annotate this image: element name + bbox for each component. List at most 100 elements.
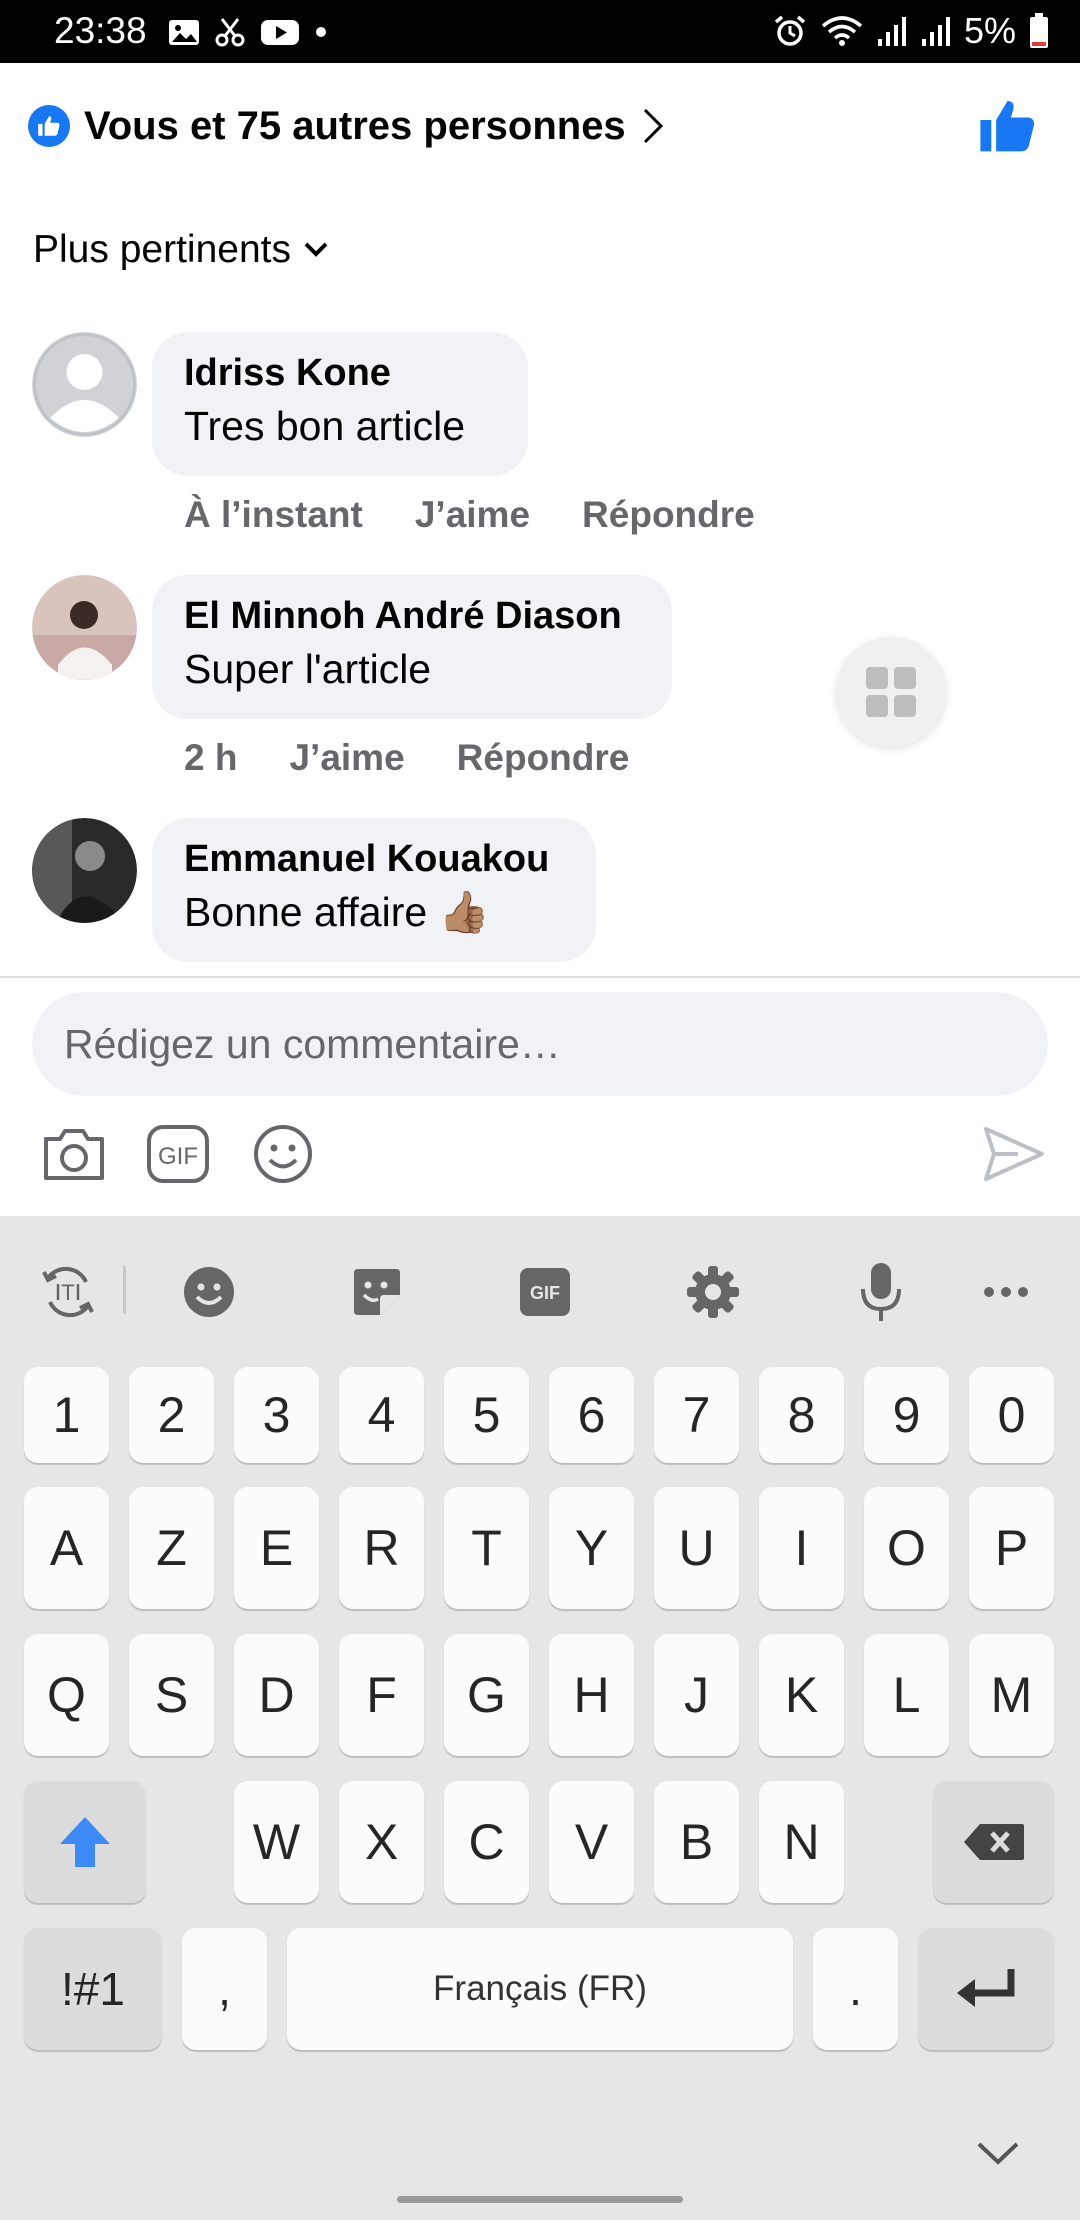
key-g[interactable]: G xyxy=(444,1634,529,1756)
key-k[interactable]: K xyxy=(759,1634,844,1756)
hide-keyboard-button[interactable] xyxy=(975,2138,1021,2173)
comment-input[interactable] xyxy=(64,992,1004,1096)
keyboard-settings-button[interactable] xyxy=(677,1256,749,1328)
sort-dropdown[interactable]: Plus pertinents xyxy=(33,228,329,272)
scissors-notification-icon xyxy=(215,18,245,47)
chevron-down-icon xyxy=(977,2142,1019,2165)
avatar[interactable] xyxy=(32,332,137,437)
emoji-button[interactable] xyxy=(247,1118,319,1190)
send-button[interactable] xyxy=(978,1118,1050,1190)
comment-text: Super l'article xyxy=(184,646,432,692)
key-l[interactable]: L xyxy=(864,1634,949,1756)
sort-label: Plus pertinents xyxy=(33,228,291,271)
comment-bubble[interactable]: Idriss Kone Tres bon article xyxy=(152,332,528,476)
key-c[interactable]: C xyxy=(444,1781,529,1903)
key-s[interactable]: S xyxy=(129,1634,214,1756)
key-b[interactable]: B xyxy=(654,1781,739,1903)
key-0[interactable]: 0 xyxy=(969,1367,1054,1463)
key-q[interactable]: Q xyxy=(24,1634,109,1756)
key-i[interactable]: I xyxy=(759,1487,844,1609)
chevron-down-icon xyxy=(304,242,328,257)
floating-grid-button[interactable] xyxy=(836,637,946,747)
key-f[interactable]: F xyxy=(339,1634,424,1756)
key-a[interactable]: A xyxy=(24,1487,109,1609)
key-z[interactable]: Z xyxy=(129,1487,214,1609)
reply-button[interactable]: Répondre xyxy=(582,494,755,536)
key-v[interactable]: V xyxy=(549,1781,634,1903)
comment-author[interactable]: El Minnoh André Diason xyxy=(184,591,640,641)
period-key[interactable]: . xyxy=(813,1928,898,2050)
key-9[interactable]: 9 xyxy=(864,1367,949,1463)
key-5[interactable]: 5 xyxy=(444,1367,529,1463)
system-icons: 5% xyxy=(772,10,1050,52)
more-icon xyxy=(984,1287,1028,1297)
svg-text:GIF: GIF xyxy=(158,1143,198,1170)
image-notification-icon xyxy=(169,20,199,45)
status-bar: 23:38 5% xyxy=(0,0,1080,63)
mic-icon xyxy=(861,1263,901,1321)
chevron-right-icon xyxy=(643,108,663,144)
reactions-summary[interactable]: Vous et 75 autres personnes xyxy=(28,96,1058,156)
key-u[interactable]: U xyxy=(654,1487,739,1609)
key-t[interactable]: T xyxy=(444,1487,529,1609)
key-y[interactable]: Y xyxy=(549,1487,634,1609)
key-8[interactable]: 8 xyxy=(759,1367,844,1463)
key-h[interactable]: H xyxy=(549,1634,634,1756)
gif-icon: GIF xyxy=(520,1268,570,1316)
avatar[interactable] xyxy=(32,575,137,680)
sticker-button[interactable] xyxy=(341,1256,413,1328)
comment-time: 2 h xyxy=(184,737,238,778)
gif-label: GIF xyxy=(530,1283,560,1303)
key-1[interactable]: 1 xyxy=(24,1367,109,1463)
emoji-keyboard-button[interactable] xyxy=(173,1256,245,1328)
signal-1-icon xyxy=(877,17,906,46)
translate-button[interactable]: T xyxy=(32,1256,104,1328)
like-comment-button[interactable]: J’aime xyxy=(415,494,530,536)
more-options-button[interactable] xyxy=(970,1256,1042,1328)
svg-text:T: T xyxy=(61,1280,74,1305)
battery-percent: 5% xyxy=(963,10,1016,51)
thumbs-up-icon xyxy=(980,101,1035,152)
signal-2-icon xyxy=(921,17,950,46)
key-4[interactable]: 4 xyxy=(339,1367,424,1463)
comment-bubble[interactable]: El Minnoh André Diason Super l'article xyxy=(152,575,672,719)
key-7[interactable]: 7 xyxy=(654,1367,739,1463)
reply-button[interactable]: Répondre xyxy=(457,737,630,779)
key-o[interactable]: O xyxy=(864,1487,949,1609)
composer-toolbar: GIF xyxy=(0,1118,1080,1190)
key-r[interactable]: R xyxy=(339,1487,424,1609)
comma-key[interactable]: , xyxy=(182,1928,267,2050)
backspace-key[interactable] xyxy=(933,1781,1054,1903)
home-indicator[interactable] xyxy=(397,2196,683,2203)
key-p[interactable]: P xyxy=(969,1487,1054,1609)
avatar[interactable] xyxy=(32,818,137,923)
key-e[interactable]: E xyxy=(234,1487,319,1609)
status-time: 23:38 xyxy=(54,10,147,51)
backspace-icon xyxy=(963,1824,1024,1860)
reactions-summary-text: Vous et 75 autres personnes xyxy=(84,103,626,148)
comment-author[interactable]: Idriss Kone xyxy=(184,348,496,398)
symbols-key[interactable]: !#1 xyxy=(24,1928,162,2050)
key-d[interactable]: D xyxy=(234,1634,319,1756)
like-comment-button[interactable]: J’aime xyxy=(289,737,404,779)
enter-key[interactable] xyxy=(918,1928,1054,2050)
key-x[interactable]: X xyxy=(339,1781,424,1903)
comment-actions: À l’instant J’aime Répondre xyxy=(184,494,755,536)
camera-button[interactable] xyxy=(38,1118,110,1190)
comment-bubble[interactable]: Emmanuel Kouakou Bonne affaire 👍🏽 xyxy=(152,818,596,962)
comment-author[interactable]: Emmanuel Kouakou xyxy=(184,834,564,884)
like-button[interactable] xyxy=(978,98,1036,159)
key-j[interactable]: J xyxy=(654,1634,739,1756)
key-3[interactable]: 3 xyxy=(234,1367,319,1463)
key-m[interactable]: M xyxy=(969,1634,1054,1756)
sticker-icon xyxy=(354,1269,400,1315)
key-6[interactable]: 6 xyxy=(549,1367,634,1463)
shift-key[interactable] xyxy=(24,1781,146,1903)
gif-button[interactable]: GIF xyxy=(142,1118,214,1190)
voice-input-button[interactable] xyxy=(845,1256,917,1328)
key-2[interactable]: 2 xyxy=(129,1367,214,1463)
key-w[interactable]: W xyxy=(234,1781,319,1903)
key-n[interactable]: N xyxy=(759,1781,844,1903)
space-key[interactable]: Français (FR) xyxy=(287,1928,793,2050)
gif-keyboard-button[interactable]: GIF xyxy=(509,1256,581,1328)
